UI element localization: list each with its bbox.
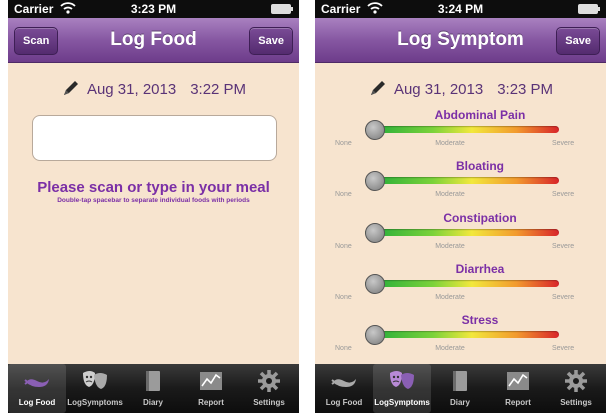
severity-slider-knob[interactable] bbox=[365, 223, 385, 243]
symptom-constipation: Constipation None Moderate Severe bbox=[315, 211, 606, 257]
tab-label: Report bbox=[198, 398, 224, 407]
tab-report[interactable]: Report bbox=[489, 364, 547, 413]
tab-log-symptoms[interactable]: LogSymptoms bbox=[373, 364, 431, 413]
status-time: 3:23 PM bbox=[130, 2, 177, 16]
status-time: 3:24 PM bbox=[437, 2, 484, 16]
diary-book-icon bbox=[141, 369, 165, 398]
separator-hint: Double-tap spacebar to separate individu… bbox=[57, 197, 250, 204]
masks-icon bbox=[387, 369, 417, 398]
scale-severe-label: Severe bbox=[552, 345, 575, 352]
symptom-abdominal-pain: Abdominal Pain None Moderate Severe bbox=[315, 108, 606, 154]
scale-none-label: None bbox=[335, 191, 352, 198]
symptom-name: Bloating bbox=[456, 159, 504, 173]
tab-report[interactable]: Report bbox=[182, 364, 240, 413]
scale-severe-label: Severe bbox=[552, 243, 575, 250]
scale-severe-label: Severe bbox=[552, 294, 575, 301]
log-food-icon bbox=[22, 369, 52, 398]
tab-label: Settings bbox=[560, 398, 592, 407]
symptom-diarrhea: Diarrhea None Moderate Severe bbox=[315, 262, 606, 308]
report-chart-icon bbox=[198, 369, 224, 398]
symptom-name: Stress bbox=[461, 313, 499, 327]
tab-label: Diary bbox=[142, 398, 163, 407]
status-bar: Carrier 3:23 PM bbox=[8, 0, 299, 18]
tab-log-food[interactable]: Log Food bbox=[315, 364, 373, 413]
severity-track[interactable] bbox=[365, 280, 559, 287]
symptom-bloating: Bloating None Moderate Severe bbox=[315, 159, 606, 205]
severity-track[interactable] bbox=[365, 331, 559, 338]
report-chart-icon bbox=[505, 369, 531, 398]
pencil-icon bbox=[61, 78, 81, 102]
scale-moderate-label: Moderate bbox=[435, 345, 465, 352]
scale-moderate-label: Moderate bbox=[435, 294, 465, 301]
scale-moderate-label: Moderate bbox=[435, 243, 465, 250]
log-time: 3:22 PM bbox=[190, 80, 247, 98]
gear-icon bbox=[564, 369, 588, 398]
log-date: Aug 31, 2013 bbox=[86, 80, 177, 98]
save-button[interactable]: Save bbox=[249, 27, 293, 55]
scale-severe-label: Severe bbox=[552, 140, 575, 147]
tab-label: LogSymptoms bbox=[67, 398, 123, 407]
masks-icon bbox=[80, 369, 110, 398]
tab-diary[interactable]: Diary bbox=[124, 364, 182, 413]
tab-label: LogSymptoms bbox=[374, 398, 430, 407]
tab-bar: Log Food LogSymptoms Diary Report Settin… bbox=[315, 364, 606, 413]
battery-icon bbox=[578, 4, 600, 14]
symptom-name: Constipation bbox=[443, 211, 517, 225]
symptom-name: Abdominal Pain bbox=[434, 108, 526, 122]
scale-severe-label: Severe bbox=[552, 191, 575, 198]
log-food-icon bbox=[329, 369, 359, 398]
severity-slider-knob[interactable] bbox=[365, 325, 385, 345]
tab-bar: Log Food LogSymptoms Diary Report Settin… bbox=[8, 364, 299, 413]
severity-track[interactable] bbox=[365, 126, 559, 133]
log-time: 3:23 PM bbox=[497, 80, 554, 98]
scale-moderate-label: Moderate bbox=[435, 140, 465, 147]
diary-book-icon bbox=[448, 369, 472, 398]
log-food-screen: Carrier 3:23 PM Scan Log Food Save Aug 3… bbox=[8, 0, 299, 413]
battery-icon bbox=[271, 4, 293, 14]
tab-label: Diary bbox=[449, 398, 470, 407]
scan-prompt: Please scan or type in your meal bbox=[37, 179, 270, 196]
tab-label: Report bbox=[505, 398, 531, 407]
severity-track[interactable] bbox=[365, 177, 559, 184]
scale-moderate-label: Moderate bbox=[435, 191, 465, 198]
gear-icon bbox=[257, 369, 281, 398]
scale-none-label: None bbox=[335, 243, 352, 250]
date-time-selector[interactable]: Aug 31, 2013 3:22 PM bbox=[8, 78, 299, 102]
status-bar: Carrier 3:24 PM bbox=[315, 0, 606, 18]
tab-settings[interactable]: Settings bbox=[547, 364, 605, 413]
symptom-name: Diarrhea bbox=[455, 262, 505, 276]
severity-slider-knob[interactable] bbox=[365, 120, 385, 140]
date-time-selector[interactable]: Aug 31, 2013 3:23 PM bbox=[315, 78, 606, 102]
tab-label: Settings bbox=[253, 398, 285, 407]
scale-none-label: None bbox=[335, 294, 352, 301]
tab-diary[interactable]: Diary bbox=[431, 364, 489, 413]
pencil-icon bbox=[368, 78, 388, 102]
tab-label: Log Food bbox=[18, 398, 56, 407]
nav-bar: Scan Log Food Save bbox=[8, 18, 299, 63]
log-date: Aug 31, 2013 bbox=[393, 80, 484, 98]
tab-log-symptoms[interactable]: LogSymptoms bbox=[66, 364, 124, 413]
log-symptom-screen: Carrier 3:24 PM Log Symptom Save Aug 31,… bbox=[315, 0, 606, 413]
meal-input[interactable] bbox=[32, 115, 277, 161]
tab-log-food[interactable]: Log Food bbox=[8, 364, 66, 413]
severity-slider-knob[interactable] bbox=[365, 274, 385, 294]
scale-none-label: None bbox=[335, 345, 352, 352]
scale-none-label: None bbox=[335, 140, 352, 147]
tab-label: Log Food bbox=[325, 398, 363, 407]
tab-settings[interactable]: Settings bbox=[240, 364, 298, 413]
nav-bar: Log Symptom Save bbox=[315, 18, 606, 63]
save-button[interactable]: Save bbox=[556, 27, 600, 55]
symptom-stress: Stress None Moderate Severe bbox=[315, 313, 606, 359]
severity-track[interactable] bbox=[365, 229, 559, 236]
severity-slider-knob[interactable] bbox=[365, 171, 385, 191]
